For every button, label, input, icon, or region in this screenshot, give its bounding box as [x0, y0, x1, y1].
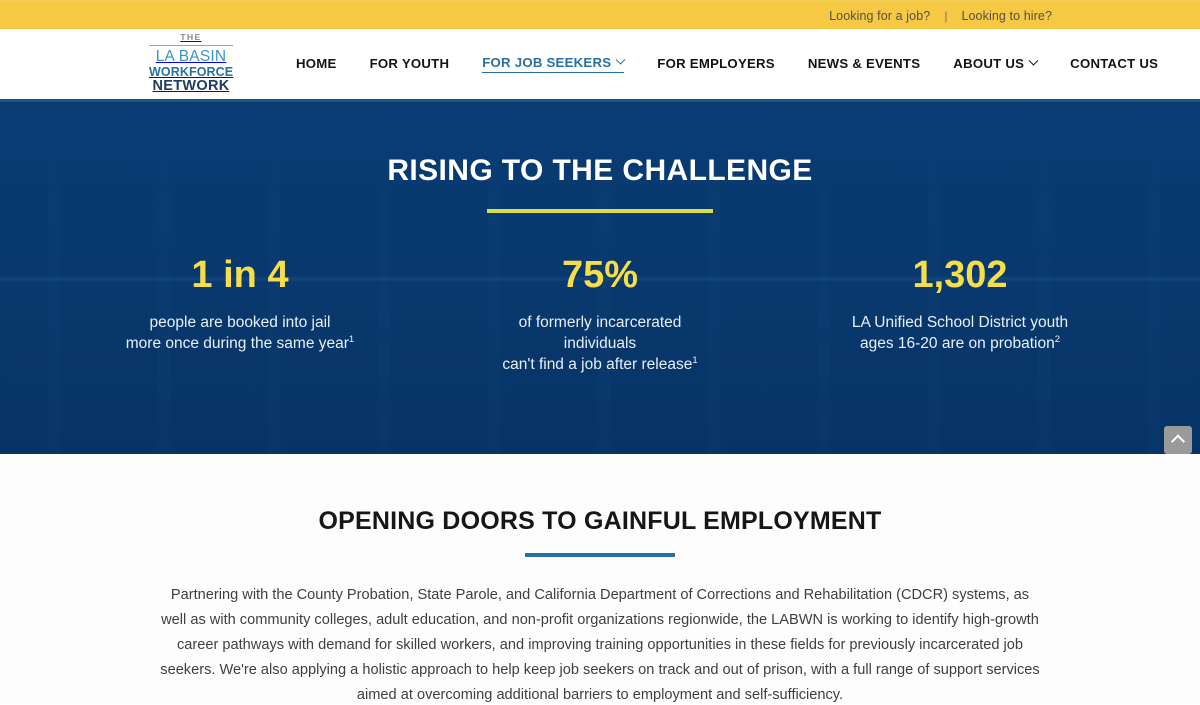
- logo-la-basin: LA BASIN: [155, 48, 227, 65]
- nav-label: CONTACT US: [1070, 55, 1159, 71]
- stat-line: more once during the same year: [125, 334, 349, 352]
- nav-label: HOME: [296, 55, 337, 71]
- stat-number: 1 in 4: [191, 254, 289, 296]
- nav-item-contact-us[interactable]: CONTACT US: [1070, 56, 1158, 73]
- stat-footnote: 1: [348, 333, 355, 345]
- nav-label: FOR EMPLOYERS: [657, 55, 775, 71]
- stat-description: people are booked into jail more once du…: [60, 313, 420, 355]
- looking-to-hire-link[interactable]: Looking to hire?: [961, 9, 1052, 23]
- main-navigation: HOME FOR YOUTH FOR JOB SEEKERS FOR EMPLO…: [296, 29, 1158, 99]
- stat-line: individuals: [563, 334, 637, 352]
- hero-title: RISING TO THE CHALLENGE: [387, 154, 813, 187]
- nav-item-for-job-seekers[interactable]: FOR JOB SEEKERS: [482, 54, 626, 73]
- section-title-divider: [525, 553, 675, 557]
- stat-number: 75%: [561, 254, 639, 296]
- section-title: OPENING DOORS TO GAINFUL EMPLOYMENT: [318, 507, 882, 535]
- section-body-text: Partnering with the County Probation, St…: [160, 587, 1040, 704]
- nav-item-about-us[interactable]: ABOUT US: [953, 55, 1039, 73]
- hero-title-divider: [487, 209, 713, 213]
- nav-label: ABOUT US: [953, 55, 1025, 71]
- nav-item-home[interactable]: HOME: [296, 56, 337, 73]
- nav-item-for-youth[interactable]: FOR YOUTH: [370, 56, 450, 73]
- stat-footnote: 1: [692, 354, 698, 366]
- stat-line: ages 16-20 are on probation: [859, 334, 1055, 352]
- hero-banner: RISING TO THE CHALLENGE 1 in 4 people ar…: [0, 99, 1200, 454]
- nav-item-for-employers[interactable]: FOR EMPLOYERS: [657, 56, 775, 73]
- utility-bar: Looking for a job? | Looking to hire?: [0, 0, 1200, 29]
- stat-line: people are booked into jail: [149, 313, 331, 331]
- stat-card: 1,302 LA Unified School District youth a…: [780, 254, 1140, 376]
- stat-description: of formerly incarcerated individuals can…: [420, 313, 780, 376]
- scroll-to-top-button[interactable]: [1164, 426, 1192, 454]
- logo-the: THE: [180, 32, 202, 42]
- nav-label: FOR JOB SEEKERS: [482, 55, 612, 70]
- stat-line: of formerly incarcerated: [518, 313, 682, 331]
- stat-description: LA Unified School District youth ages 16…: [780, 313, 1140, 355]
- site-logo[interactable]: THE LA BASIN WORKFORCE NETWORK: [149, 33, 233, 94]
- statistics-row: 1 in 4 people are booked into jail more …: [0, 254, 1200, 376]
- nav-item-news-events[interactable]: NEWS & EVENTS: [808, 56, 920, 73]
- nav-label: NEWS & EVENTS: [807, 55, 921, 71]
- looking-for-job-link[interactable]: Looking for a job?: [829, 9, 930, 23]
- stat-line: LA Unified School District youth: [851, 313, 1069, 331]
- utility-bar-separator: |: [944, 8, 948, 23]
- chevron-down-icon: [1028, 55, 1039, 66]
- stat-card: 75% of formerly incarcerated individuals…: [420, 254, 780, 376]
- logo-network: NETWORK: [152, 78, 230, 94]
- nav-label: FOR YOUTH: [369, 55, 450, 71]
- hero-content: RISING TO THE CHALLENGE: [0, 102, 1200, 213]
- logo-divider: [149, 44, 233, 46]
- content-section: OPENING DOORS TO GAINFUL EMPLOYMENT Part…: [0, 426, 1200, 704]
- logo-workforce: WORKFORCE: [149, 64, 234, 79]
- site-header: THE LA BASIN WORKFORCE NETWORK HOME FOR …: [0, 29, 1200, 99]
- chevron-down-icon: [615, 54, 626, 65]
- stat-number: 1,302: [912, 254, 1008, 296]
- stat-footnote: 2: [1054, 333, 1061, 345]
- stat-card: 1 in 4 people are booked into jail more …: [60, 254, 420, 376]
- chevron-up-icon: [1170, 434, 1186, 449]
- stat-line: can't find a job after release: [502, 355, 693, 373]
